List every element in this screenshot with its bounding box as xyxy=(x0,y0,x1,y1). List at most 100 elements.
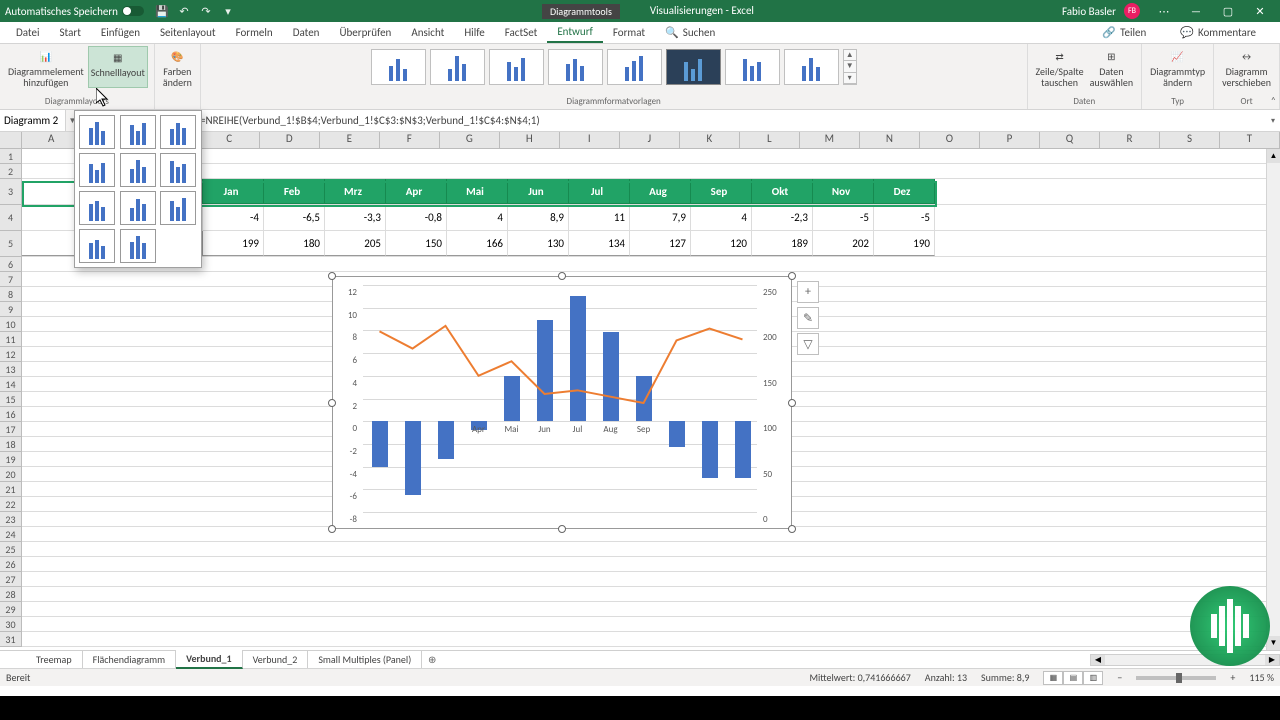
row-header[interactable]: 15 xyxy=(0,392,21,407)
ribbon-tab-seitenlayout[interactable]: Seitenlayout xyxy=(150,23,226,42)
add-sheet-button[interactable]: ⊕ xyxy=(422,652,442,668)
layout-option-2[interactable] xyxy=(120,115,156,149)
row-header[interactable]: 27 xyxy=(0,572,21,587)
chart-style-4[interactable] xyxy=(548,49,603,85)
row-header[interactable]: 5 xyxy=(0,231,21,257)
ribbon-tab-format[interactable]: Format xyxy=(603,23,655,42)
chart-style-1[interactable] xyxy=(371,49,426,85)
sheet-tab[interactable]: Verbund_1 xyxy=(176,650,243,669)
ribbon-tab-hilfe[interactable]: Hilfe xyxy=(454,23,494,42)
autosave-switch[interactable] xyxy=(122,6,144,16)
row-header[interactable]: 12 xyxy=(0,347,21,362)
col-header[interactable]: S xyxy=(1160,132,1220,148)
row-header[interactable]: 8 xyxy=(0,287,21,302)
ribbon-options-icon[interactable]: ⋯ xyxy=(1148,0,1180,22)
row-header[interactable]: 30 xyxy=(0,617,21,632)
row-header[interactable]: 13 xyxy=(0,362,21,377)
layout-option-4[interactable] xyxy=(79,153,115,187)
row-header[interactable]: 24 xyxy=(0,527,21,542)
col-header[interactable]: M xyxy=(800,132,860,148)
ribbon-tab-datei[interactable]: Datei xyxy=(6,23,50,42)
layout-option-7[interactable] xyxy=(79,191,115,225)
sheet-tab[interactable]: Verbund_2 xyxy=(243,651,309,668)
row-header[interactable]: 14 xyxy=(0,377,21,392)
formula-expand-icon[interactable]: ▾ xyxy=(1266,116,1280,126)
ribbon-tab-ansicht[interactable]: Ansicht xyxy=(401,23,454,42)
view-page-layout-button[interactable]: ▤ xyxy=(1063,671,1083,685)
row-header[interactable]: 6 xyxy=(0,257,21,272)
col-header[interactable]: A xyxy=(22,132,82,148)
row-header[interactable]: 2 xyxy=(0,164,21,179)
layout-option-1[interactable] xyxy=(79,115,115,149)
col-header[interactable]: Q xyxy=(1040,132,1100,148)
row-header[interactable]: 18 xyxy=(0,437,21,452)
comments-button[interactable]: 💬Kommentare xyxy=(1170,23,1266,42)
save-icon[interactable]: 💾 xyxy=(156,5,168,17)
ribbon-tab-start[interactable]: Start xyxy=(50,23,91,42)
autosave-toggle[interactable]: Automatisches Speichern xyxy=(5,5,144,18)
qat-customize-icon[interactable]: ▾ xyxy=(222,5,234,17)
row-header[interactable]: 28 xyxy=(0,587,21,602)
cells[interactable]: JanFebMrzAprMaiJunJulAugSepOktNovDez -4-… xyxy=(22,149,1280,647)
row-header[interactable]: 11 xyxy=(0,332,21,347)
row-header[interactable]: 16 xyxy=(0,407,21,422)
col-header[interactable]: L xyxy=(740,132,800,148)
ribbon-search[interactable]: 🔍 Suchen xyxy=(655,23,725,42)
change-chart-type-button[interactable]: 📈Diagrammtyp ändern xyxy=(1148,46,1207,88)
select-data-button[interactable]: ⊞Daten auswählen xyxy=(1088,46,1136,88)
row-header[interactable]: 10 xyxy=(0,317,21,332)
col-header[interactable]: C xyxy=(200,132,260,148)
share-button[interactable]: 🔗Teilen xyxy=(1092,23,1156,42)
chart-handle[interactable] xyxy=(328,272,336,280)
ribbon-collapse-icon[interactable]: ˄ xyxy=(1271,94,1276,107)
change-colors-button[interactable]: 🎨Farben ändern xyxy=(161,46,194,88)
name-box[interactable]: Diagramm 2 xyxy=(0,110,66,131)
maximize-button[interactable]: ▢ xyxy=(1212,0,1244,22)
select-all-corner[interactable] xyxy=(0,132,22,148)
formula-text[interactable]: =NREIHE(Verbund_1!$B$4;Verbund_1!$C$3:$N… xyxy=(80,114,1266,127)
sheet-tab[interactable]: Treemap xyxy=(26,651,83,668)
row-header[interactable]: 20 xyxy=(0,467,21,482)
layout-option-11[interactable] xyxy=(120,229,156,263)
plot-area[interactable]: AprMaiJunJulAugSep xyxy=(363,285,757,510)
chart-object[interactable]: + ✎ ▽ -8-6-4-2024681012 050100150200250 … xyxy=(332,276,792,529)
chart-elements-button[interactable]: + xyxy=(797,281,819,303)
minimize-button[interactable]: — xyxy=(1180,0,1212,22)
chart-handle[interactable] xyxy=(558,525,566,533)
layout-option-6[interactable] xyxy=(160,153,196,187)
chart-style-8[interactable] xyxy=(784,49,839,85)
chart-style-5[interactable] xyxy=(607,49,662,85)
chart-handle[interactable] xyxy=(788,399,796,407)
col-header[interactable]: D xyxy=(260,132,320,148)
row-header[interactable]: 4 xyxy=(0,205,21,231)
sheet-tab[interactable]: Flächendiagramm xyxy=(83,651,177,668)
chart-handle[interactable] xyxy=(788,525,796,533)
col-header[interactable]: N xyxy=(860,132,920,148)
row-header[interactable]: 9 xyxy=(0,302,21,317)
col-header[interactable]: P xyxy=(980,132,1040,148)
view-normal-button[interactable]: ▦ xyxy=(1043,671,1063,685)
ribbon-tab-entwurf[interactable]: Entwurf xyxy=(547,22,603,43)
row-header[interactable]: 25 xyxy=(0,542,21,557)
chart-style-7[interactable] xyxy=(725,49,780,85)
row-header[interactable]: 21 xyxy=(0,482,21,497)
chart-style-6[interactable] xyxy=(666,49,721,85)
col-header[interactable]: E xyxy=(320,132,380,148)
chart-filter-button[interactable]: ▽ xyxy=(797,333,819,355)
col-header[interactable]: H xyxy=(500,132,560,148)
row-header[interactable]: 29 xyxy=(0,602,21,617)
sheet-tab[interactable]: Small Multiples (Panel) xyxy=(308,651,422,668)
chart-styles-button[interactable]: ✎ xyxy=(797,307,819,329)
switch-row-col-button[interactable]: ⇄Zeile/Spalte tauschen xyxy=(1034,46,1086,88)
row-header[interactable]: 3 xyxy=(0,179,21,205)
row-header[interactable]: 31 xyxy=(0,632,21,647)
row-header[interactable]: 7 xyxy=(0,272,21,287)
col-header[interactable]: J xyxy=(620,132,680,148)
ribbon-tab-formeln[interactable]: Formeln xyxy=(226,23,283,42)
col-header[interactable]: I xyxy=(560,132,620,148)
ribbon-tab-daten[interactable]: Daten xyxy=(283,23,330,42)
user-avatar[interactable]: FB xyxy=(1124,3,1140,19)
col-header[interactable]: G xyxy=(440,132,500,148)
row-header[interactable]: 17 xyxy=(0,422,21,437)
zoom-level[interactable]: 115 % xyxy=(1249,671,1274,684)
